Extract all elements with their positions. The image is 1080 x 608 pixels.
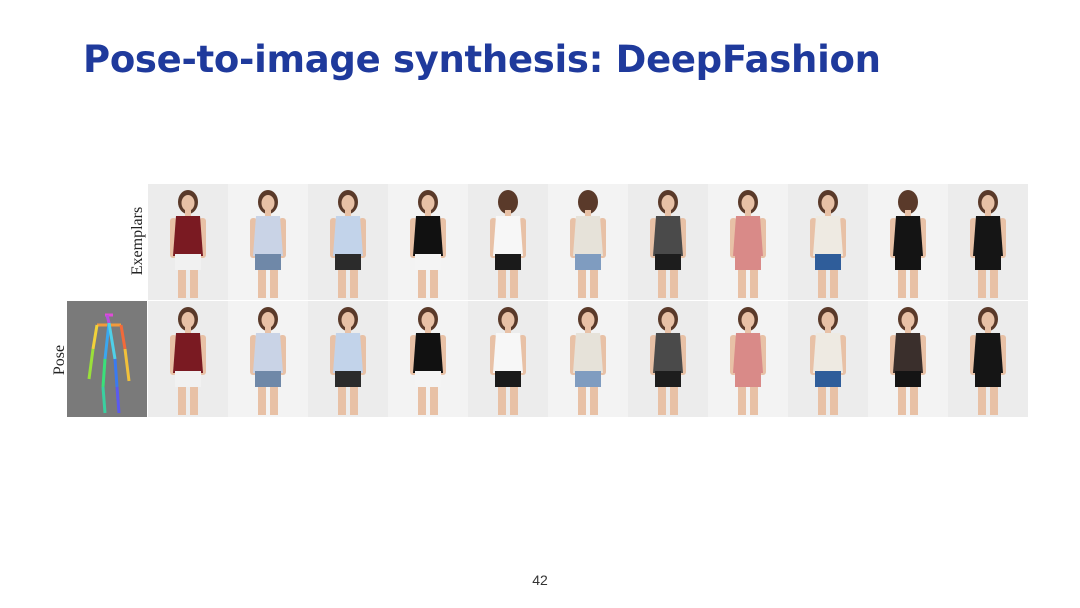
generated-image xyxy=(388,301,468,417)
exemplar-image-photo xyxy=(148,184,228,300)
exemplar-image-photo xyxy=(788,184,868,300)
page-number: 42 xyxy=(532,572,548,588)
generated-image xyxy=(468,301,548,417)
generated-images-row xyxy=(148,301,1028,417)
exemplar-image xyxy=(868,184,948,300)
generated-image-photo xyxy=(948,301,1028,417)
stick-figure-pose-icon xyxy=(87,313,131,414)
exemplar-image xyxy=(948,184,1028,300)
slide: Pose-to-image synthesis: DeepFashion Exe… xyxy=(0,0,1080,608)
generated-image-photo xyxy=(228,301,308,417)
exemplar-image xyxy=(148,184,228,300)
exemplar-image xyxy=(228,184,308,300)
generated-image xyxy=(708,301,788,417)
generated-image xyxy=(628,301,708,417)
generated-image-photo xyxy=(628,301,708,417)
generated-image-photo xyxy=(148,301,228,417)
exemplar-image-photo xyxy=(308,184,388,300)
generated-image-photo xyxy=(708,301,788,417)
exemplar-image-photo xyxy=(628,184,708,300)
exemplar-image xyxy=(628,184,708,300)
exemplar-image-photo xyxy=(868,184,948,300)
exemplar-image-photo xyxy=(228,184,308,300)
generated-image-photo xyxy=(468,301,548,417)
exemplar-image xyxy=(388,184,468,300)
generated-image-photo xyxy=(388,301,468,417)
exemplar-image xyxy=(468,184,548,300)
exemplar-image-photo xyxy=(708,184,788,300)
generated-image xyxy=(548,301,628,417)
generated-image xyxy=(788,301,868,417)
generated-image xyxy=(308,301,388,417)
exemplar-image-photo xyxy=(388,184,468,300)
exemplar-image-photo xyxy=(948,184,1028,300)
generated-image-photo xyxy=(308,301,388,417)
generated-image xyxy=(948,301,1028,417)
slide-title: Pose-to-image synthesis: DeepFashion xyxy=(83,38,881,81)
generated-image-photo xyxy=(548,301,628,417)
exemplar-image-photo xyxy=(548,184,628,300)
exemplar-image xyxy=(308,184,388,300)
exemplar-image-photo xyxy=(468,184,548,300)
exemplar-image xyxy=(788,184,868,300)
generated-image xyxy=(228,301,308,417)
generated-image xyxy=(868,301,948,417)
exemplar-image xyxy=(708,184,788,300)
exemplars-row-label: Exemplars xyxy=(129,206,146,276)
exemplar-image xyxy=(548,184,628,300)
pose-skeleton-image xyxy=(67,301,147,417)
generated-image-photo xyxy=(868,301,948,417)
generated-image xyxy=(148,301,228,417)
generated-image-photo xyxy=(788,301,868,417)
exemplar-images-row xyxy=(148,184,1028,300)
